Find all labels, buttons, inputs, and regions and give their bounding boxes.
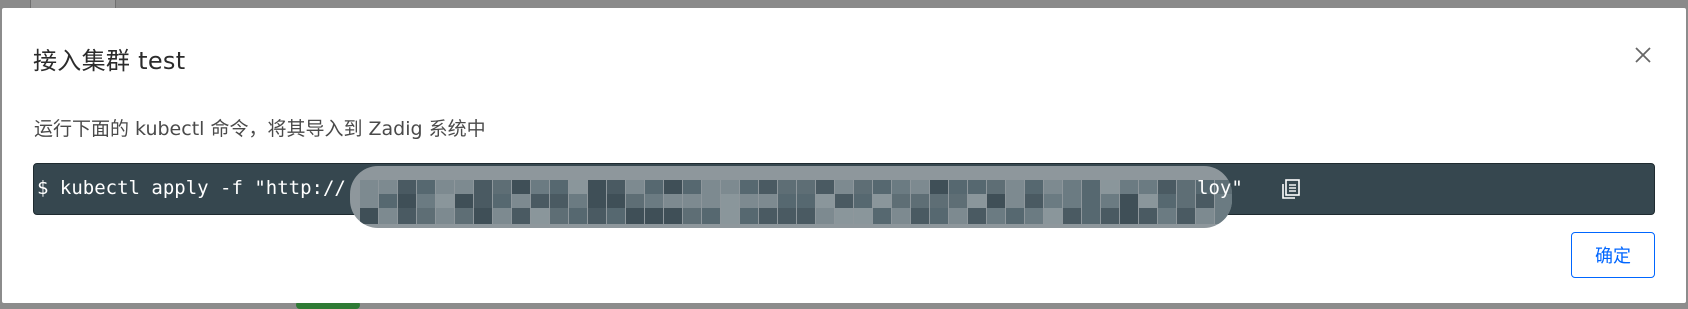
copy-icon	[1282, 179, 1300, 199]
redaction-pixel	[455, 208, 473, 224]
redaction-pixel	[873, 208, 891, 224]
redaction-pixel	[835, 208, 853, 224]
redacted-url-blur	[350, 166, 1232, 228]
redaction-pixel	[1101, 208, 1119, 224]
redaction-pixel	[360, 208, 378, 224]
redaction-pixel	[740, 208, 758, 224]
redaction-pixel	[436, 208, 454, 224]
redaction-pixel	[816, 208, 834, 224]
redaction-pixel	[797, 208, 815, 224]
import-cluster-dialog: 接入集群 test 运行下面的 kubectl 命令，将其导入到 Zadig 系…	[2, 8, 1686, 303]
redaction-pixel	[1177, 208, 1195, 224]
redaction-pixel	[531, 208, 549, 224]
redaction-pixel	[398, 208, 416, 224]
background-tab	[30, 0, 116, 8]
redaction-pixel	[892, 208, 910, 224]
redaction-pixel	[607, 208, 625, 224]
redaction-pixel	[626, 208, 644, 224]
redaction-pixel	[721, 208, 739, 224]
redaction-pixel	[1139, 208, 1157, 224]
redaction-pixel	[588, 208, 606, 224]
redaction-pixel	[854, 208, 872, 224]
redaction-pixel	[1120, 208, 1138, 224]
redaction-pixel	[1025, 208, 1043, 224]
redaction-pixel	[550, 208, 568, 224]
dialog-instruction: 运行下面的 kubectl 命令，将其导入到 Zadig 系统中	[34, 118, 486, 140]
close-icon	[1635, 47, 1651, 63]
command-prefix: $ kubectl apply -f "http://	[37, 177, 346, 199]
command-suffix: loy"	[1197, 177, 1243, 199]
redaction-pixel	[569, 208, 587, 224]
redaction-pixel	[512, 208, 530, 224]
confirm-button[interactable]: 确定	[1571, 232, 1655, 278]
redaction-pixel	[930, 208, 948, 224]
redaction-pixel	[759, 208, 777, 224]
redaction-pixel	[417, 208, 435, 224]
redaction-pixel	[949, 208, 967, 224]
dialog-title: 接入集群 test	[33, 47, 186, 75]
redaction-pixel	[664, 208, 682, 224]
redaction-pixel	[1063, 208, 1081, 224]
redaction-pixel	[987, 208, 1005, 224]
redaction-pixel	[968, 208, 986, 224]
redaction-pixel	[1006, 208, 1024, 224]
redaction-pixel	[1196, 208, 1214, 224]
redaction-pixel	[778, 208, 796, 224]
redaction-pixel	[379, 208, 397, 224]
redaction-pixel	[493, 208, 511, 224]
copy-button[interactable]	[1279, 177, 1303, 201]
redaction-pixel	[1158, 208, 1176, 224]
redaction-pixel	[911, 208, 929, 224]
redaction-pixel	[645, 208, 663, 224]
redaction-pixel	[474, 208, 492, 224]
redaction-pixel	[683, 208, 701, 224]
redaction-pixel	[1082, 208, 1100, 224]
close-button[interactable]	[1632, 44, 1654, 66]
redaction-pixel	[702, 208, 720, 224]
command-block[interactable]: $ kubectl apply -f "http:// loy"	[33, 163, 1655, 228]
redaction-pixel	[1044, 208, 1062, 224]
redaction-pixel	[1215, 208, 1232, 224]
